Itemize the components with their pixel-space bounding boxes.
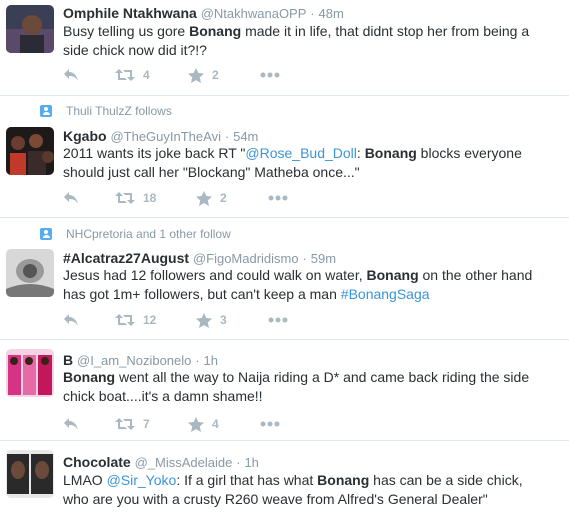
highlighted-term: Bonang	[364, 145, 417, 161]
favorite-star-icon	[188, 67, 204, 83]
tweet[interactable]: Thuli ThulzZ follows Kgabo @TheGuyInTheA…	[0, 96, 569, 218]
more-dots-icon	[268, 195, 288, 201]
favorite-button[interactable]: 4	[188, 416, 219, 432]
tweet-text: Jesus had 12 followers and could walk on…	[63, 266, 547, 304]
tweet-text-segment: LMAO	[63, 472, 107, 488]
avatar[interactable]	[6, 5, 54, 53]
display-name[interactable]: #Alcatraz27August	[63, 250, 189, 266]
favorite-star-icon	[188, 416, 204, 432]
reply-icon	[64, 418, 78, 430]
favorite-count: 4	[212, 417, 219, 431]
tweet[interactable]: B @I_am_Nozibonelo · 1h Bonang went all …	[0, 340, 569, 441]
user-follows-icon	[40, 105, 52, 117]
retweet-button[interactable]: 7	[115, 417, 150, 431]
retweet-count: 4	[143, 68, 150, 82]
reply-button[interactable]	[63, 191, 79, 205]
tweet-text-segment: 2011 wants its joke back RT "	[63, 145, 246, 161]
timestamp[interactable]: 1h	[244, 455, 258, 470]
timestamp[interactable]: 54m	[233, 129, 258, 144]
highlighted-term: Bonang	[317, 472, 370, 488]
retweet-icon	[115, 192, 135, 204]
avatar[interactable]	[6, 349, 54, 397]
tweet-text: 2011 wants its joke back RT "@Rose_Bud_D…	[63, 144, 547, 182]
hashtag-link[interactable]: #BonangSaga	[341, 286, 430, 302]
favorite-button[interactable]: 2	[188, 67, 219, 83]
social-context-label[interactable]: NHCpretoria and 1 other follow	[66, 227, 231, 241]
tweet-text-segment: :	[356, 145, 365, 161]
reply-button[interactable]	[63, 313, 79, 327]
mention-link[interactable]: @Sir_Yoko	[107, 472, 177, 488]
display-name[interactable]: B	[63, 352, 73, 368]
retweet-button[interactable]: 18	[115, 191, 156, 205]
highlighted-term: Bonang	[63, 369, 116, 385]
avatar[interactable]	[6, 450, 54, 498]
display-name[interactable]: Omphile Ntakhwana	[63, 5, 197, 21]
favorite-count: 2	[212, 68, 219, 82]
separator-dot: ·	[310, 6, 315, 21]
tweet-text-segment: Jesus had 12 followers and could walk on…	[63, 267, 367, 283]
retweet-count: 18	[143, 191, 157, 205]
display-name[interactable]: Kgabo	[63, 128, 107, 144]
tweet-text-segment: Busy telling us gore	[63, 23, 190, 39]
username[interactable]: @FigoMadridismo	[193, 251, 299, 266]
username[interactable]: @_MissAdelaide	[135, 455, 233, 470]
avatar[interactable]	[6, 249, 54, 297]
tweet[interactable]: Chocolate @_MissAdelaide · 1h LMAO @Sir_…	[0, 441, 569, 513]
reply-button[interactable]	[63, 417, 79, 431]
username[interactable]: @I_am_Nozibonelo	[77, 353, 191, 368]
tweet-text: LMAO @Sir_Yoko: If a girl that has what …	[63, 471, 547, 509]
favorite-button[interactable]: 3	[196, 312, 227, 328]
username[interactable]: @NtakhwanaOPP	[201, 6, 307, 21]
retweet-count: 12	[143, 313, 157, 327]
retweet-button[interactable]: 12	[115, 313, 156, 327]
favorite-count: 3	[220, 313, 227, 327]
more-dots-icon	[268, 317, 288, 323]
retweet-icon	[115, 69, 135, 81]
tweet-text-segment: went all the way to Naija riding a D* an…	[63, 369, 530, 404]
reply-icon	[64, 69, 78, 81]
timestamp[interactable]: 1h	[204, 353, 218, 368]
more-dots-icon	[260, 421, 280, 427]
highlighted-term: Bonang	[366, 267, 419, 283]
more-button[interactable]	[268, 195, 288, 201]
retweet-button[interactable]: 4	[115, 68, 150, 82]
tweet[interactable]: NHCpretoria and 1 other follow #Alcatraz…	[0, 218, 569, 340]
separator-dot: ·	[302, 251, 307, 266]
social-context-label[interactable]: Thuli ThulzZ follows	[66, 104, 172, 118]
display-name[interactable]: Chocolate	[63, 454, 131, 470]
timestamp[interactable]: 59m	[311, 251, 336, 266]
more-button[interactable]	[260, 421, 280, 427]
favorite-count: 2	[220, 191, 227, 205]
more-button[interactable]	[268, 317, 288, 323]
username[interactable]: @TheGuyInTheAvi	[110, 129, 221, 144]
highlighted-term: Bonang	[189, 23, 242, 39]
favorite-button[interactable]: 2	[196, 190, 227, 206]
retweet-count: 7	[143, 417, 150, 431]
tweet-text: Busy telling us gore Bonang made it in l…	[63, 22, 547, 60]
retweet-icon	[115, 418, 135, 430]
tweet-text: Bonang went all the way to Naija riding …	[63, 368, 547, 406]
social-context: Thuli ThulzZ follows	[40, 104, 172, 118]
favorite-star-icon	[196, 312, 212, 328]
reply-icon	[64, 192, 78, 204]
tweet-text-segment: : If a girl that has what	[176, 472, 318, 488]
reply-icon	[64, 314, 78, 326]
social-context: NHCpretoria and 1 other follow	[40, 227, 231, 241]
more-button[interactable]	[260, 72, 280, 78]
mention-link[interactable]: @Rose_Bud_Doll	[245, 145, 357, 161]
user-follows-icon	[40, 228, 52, 240]
timestamp[interactable]: 48m	[319, 6, 344, 21]
favorite-star-icon	[196, 190, 212, 206]
separator-dot: ·	[195, 353, 200, 368]
retweet-icon	[115, 314, 135, 326]
separator-dot: ·	[236, 455, 241, 470]
reply-button[interactable]	[63, 68, 79, 82]
tweet[interactable]: Omphile Ntakhwana @NtakhwanaOPP · 48m Bu…	[0, 0, 569, 96]
avatar[interactable]	[6, 127, 54, 175]
more-dots-icon	[260, 72, 280, 78]
separator-dot: ·	[224, 129, 230, 144]
